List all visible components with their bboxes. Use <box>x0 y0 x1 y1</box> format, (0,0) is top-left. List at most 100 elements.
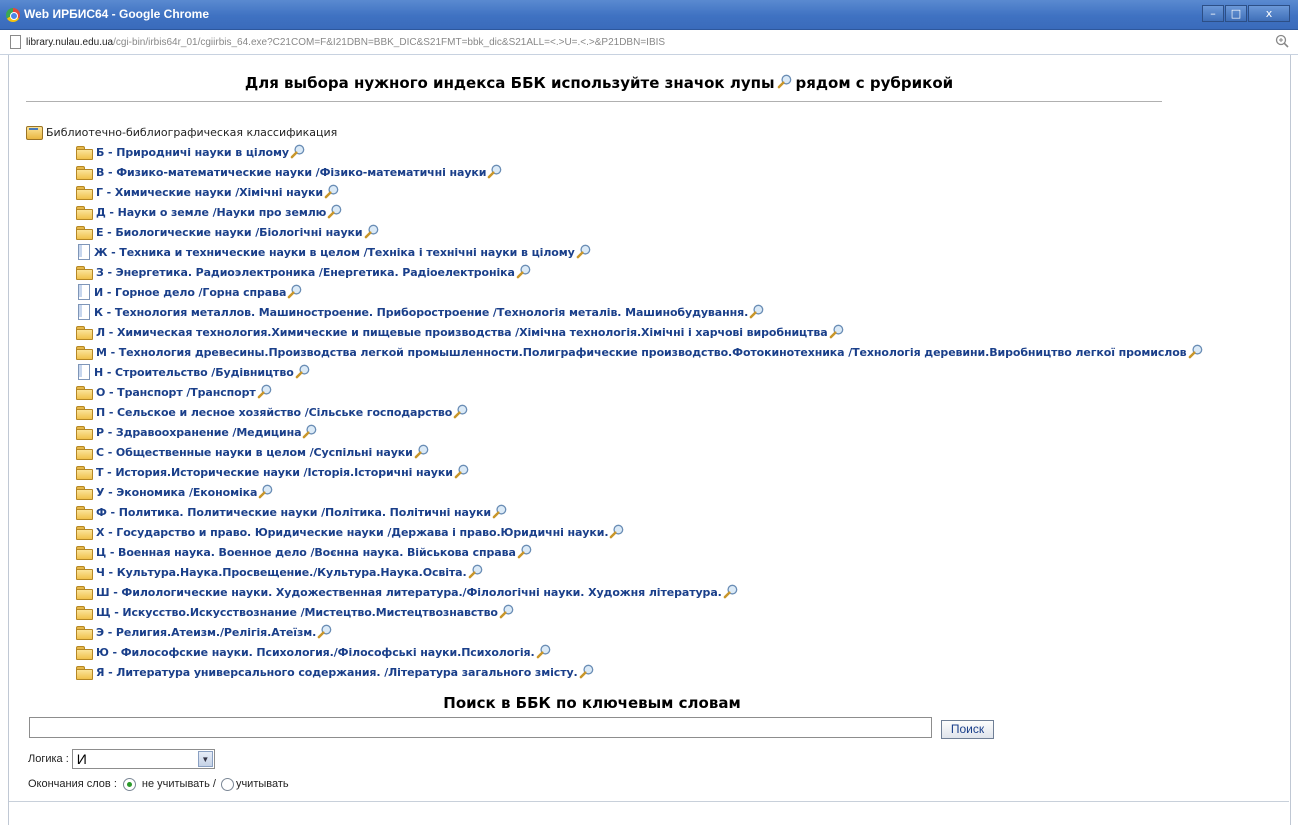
magnifier-icon[interactable] <box>576 244 592 260</box>
radio-ignore-endings[interactable] <box>122 777 136 791</box>
magnifier-icon[interactable] <box>609 524 625 540</box>
magnifier-icon[interactable] <box>317 624 333 640</box>
folder-icon[interactable] <box>76 225 93 240</box>
tree-item-link[interactable]: И - Горное дело /Горна справа <box>94 286 286 299</box>
magnifier-icon[interactable] <box>453 404 469 420</box>
tree-item-link[interactable]: Т - История.Исторические науки /Історія.… <box>96 466 453 479</box>
document-icon[interactable] <box>76 364 90 380</box>
folder-icon[interactable] <box>76 485 93 500</box>
magnifier-icon[interactable] <box>327 204 343 220</box>
magnifier-icon[interactable] <box>302 424 318 440</box>
folder-icon[interactable] <box>76 405 93 420</box>
tree-item-link[interactable]: К - Технология металлов. Машиностроение.… <box>94 306 748 319</box>
logic-row: Логика : И ▼ <box>28 749 215 769</box>
magnifier-icon[interactable] <box>487 164 503 180</box>
folder-icon[interactable] <box>76 445 93 460</box>
tree-item-link[interactable]: Щ - Искусство.Искусствознание /Мистецтво… <box>96 606 498 619</box>
tree-item-link[interactable]: Э - Религия.Атеизм./Релігія.Атеїзм. <box>96 626 316 639</box>
magnifier-icon[interactable] <box>414 444 430 460</box>
page-content: Для выбора нужного индекса ББК используй… <box>9 55 1289 825</box>
magnifier-icon[interactable] <box>1188 344 1204 360</box>
folder-icon[interactable] <box>76 205 93 220</box>
tree-item-link[interactable]: Ц - Военная наука. Военное дело /Воєнна … <box>96 546 516 559</box>
url-text[interactable]: library.nulau.edu.ua/cgi-bin/irbis64r_01… <box>26 37 665 48</box>
magnifier-icon[interactable] <box>517 544 533 560</box>
magnifier-icon[interactable] <box>257 384 273 400</box>
magnifier-icon[interactable] <box>516 264 532 280</box>
address-bar[interactable]: library.nulau.edu.ua/cgi-bin/irbis64r_01… <box>0 30 1298 55</box>
tree-item-link[interactable]: В - Физико-математические науки /Фізико-… <box>96 166 487 179</box>
tree-item-link[interactable]: Н - Строительство /Будівництво <box>94 366 294 379</box>
folder-icon[interactable] <box>76 605 93 620</box>
magnifier-icon[interactable] <box>290 144 306 160</box>
folder-icon[interactable] <box>76 505 93 520</box>
folder-icon[interactable] <box>76 425 93 440</box>
tree-item: Н - Строительство /Будівництво <box>26 362 1286 382</box>
tree-item-link[interactable]: З - Энергетика. Радиоэлектроника /Енерге… <box>96 266 515 279</box>
tree-item-link[interactable]: Г - Химические науки /Хімічні науки <box>96 186 323 199</box>
folder-icon[interactable] <box>76 525 93 540</box>
chrome-logo-icon <box>6 8 20 22</box>
magnifier-icon[interactable] <box>468 564 484 580</box>
tree-item-link[interactable]: П - Сельское и лесное хозяйство /Сільськ… <box>96 406 452 419</box>
magnifier-icon[interactable] <box>749 304 765 320</box>
search-button[interactable]: Поиск <box>941 720 994 739</box>
document-icon[interactable] <box>76 244 90 260</box>
tree-item-link[interactable]: С - Общественные науки в целом /Суспільн… <box>96 446 413 459</box>
window-titlebar: Web ИРБИС64 - Google Chrome – □ x <box>0 0 1298 30</box>
folder-icon[interactable] <box>76 325 93 340</box>
folder-icon[interactable] <box>76 625 93 640</box>
tree-item-link[interactable]: Д - Науки о земле /Науки про землю <box>96 206 326 219</box>
tree-item-link[interactable]: Е - Биологические науки /Біологічні наук… <box>96 226 363 239</box>
folder-icon[interactable] <box>76 165 93 180</box>
tree-item-link[interactable]: Л - Химическая технология.Химические и п… <box>96 326 828 339</box>
magnifier-icon[interactable] <box>829 324 845 340</box>
close-button[interactable]: x <box>1248 5 1290 22</box>
folder-icon[interactable] <box>76 385 93 400</box>
tree-item-link[interactable]: М - Технология древесины.Производства ле… <box>96 346 1187 359</box>
search-input[interactable] <box>29 717 932 738</box>
zoom-icon[interactable] <box>1274 34 1290 50</box>
tree-item-link[interactable]: У - Экономика /Економіка <box>96 486 257 499</box>
tree-item: Щ - Искусство.Искусствознание /Мистецтво… <box>26 602 1286 622</box>
magnifier-icon[interactable] <box>536 644 552 660</box>
magnifier-icon[interactable] <box>723 584 739 600</box>
tree-item-link[interactable]: Ж - Техника и технические науки в целом … <box>94 246 575 259</box>
logic-select[interactable]: И ▼ <box>71 749 215 769</box>
radio-consider-endings[interactable] <box>220 777 234 791</box>
chevron-down-icon[interactable]: ▼ <box>197 751 213 767</box>
tree-items: Б - Природничі науки в цілому В - Физико-… <box>26 142 1286 682</box>
magnifier-icon[interactable] <box>324 184 340 200</box>
magnifier-icon[interactable] <box>499 604 515 620</box>
folder-icon[interactable] <box>76 565 93 580</box>
folder-icon[interactable] <box>76 145 93 160</box>
tree-item-link[interactable]: Ю - Философские науки. Психология./Філос… <box>96 646 535 659</box>
folder-icon[interactable] <box>76 545 93 560</box>
folder-icon[interactable] <box>76 345 93 360</box>
tree-item-link[interactable]: Р - Здравоохранение /Медицина <box>96 426 302 439</box>
document-icon[interactable] <box>76 284 90 300</box>
magnifier-icon[interactable] <box>258 484 274 500</box>
folder-icon[interactable] <box>76 665 93 680</box>
document-icon[interactable] <box>76 304 90 320</box>
tree-item-link[interactable]: Ш - Филологические науки. Художественная… <box>96 586 722 599</box>
folder-icon[interactable] <box>76 265 93 280</box>
magnifier-icon[interactable] <box>287 284 303 300</box>
tree-item-link[interactable]: Я - Литература универсального содержания… <box>96 666 578 679</box>
folder-icon[interactable] <box>76 465 93 480</box>
tree-item-link[interactable]: Ч - Культура.Наука.Просвещение./Культура… <box>96 566 467 579</box>
folder-icon[interactable] <box>76 185 93 200</box>
magnifier-icon[interactable] <box>454 464 470 480</box>
magnifier-icon[interactable] <box>364 224 380 240</box>
maximize-button[interactable]: □ <box>1225 5 1247 22</box>
tree-item-link[interactable]: Ф - Политика. Политические науки /Політи… <box>96 506 491 519</box>
tree-item-link[interactable]: О - Транспорт /Транспорт <box>96 386 256 399</box>
folder-icon[interactable] <box>76 645 93 660</box>
tree-item-link[interactable]: Х - Государство и право. Юридические нау… <box>96 526 609 539</box>
magnifier-icon[interactable] <box>295 364 311 380</box>
magnifier-icon[interactable] <box>579 664 595 680</box>
tree-item-link[interactable]: Б - Природничі науки в цілому <box>96 146 289 159</box>
minimize-button[interactable]: – <box>1202 5 1224 22</box>
magnifier-icon[interactable] <box>492 504 508 520</box>
folder-icon[interactable] <box>76 585 93 600</box>
